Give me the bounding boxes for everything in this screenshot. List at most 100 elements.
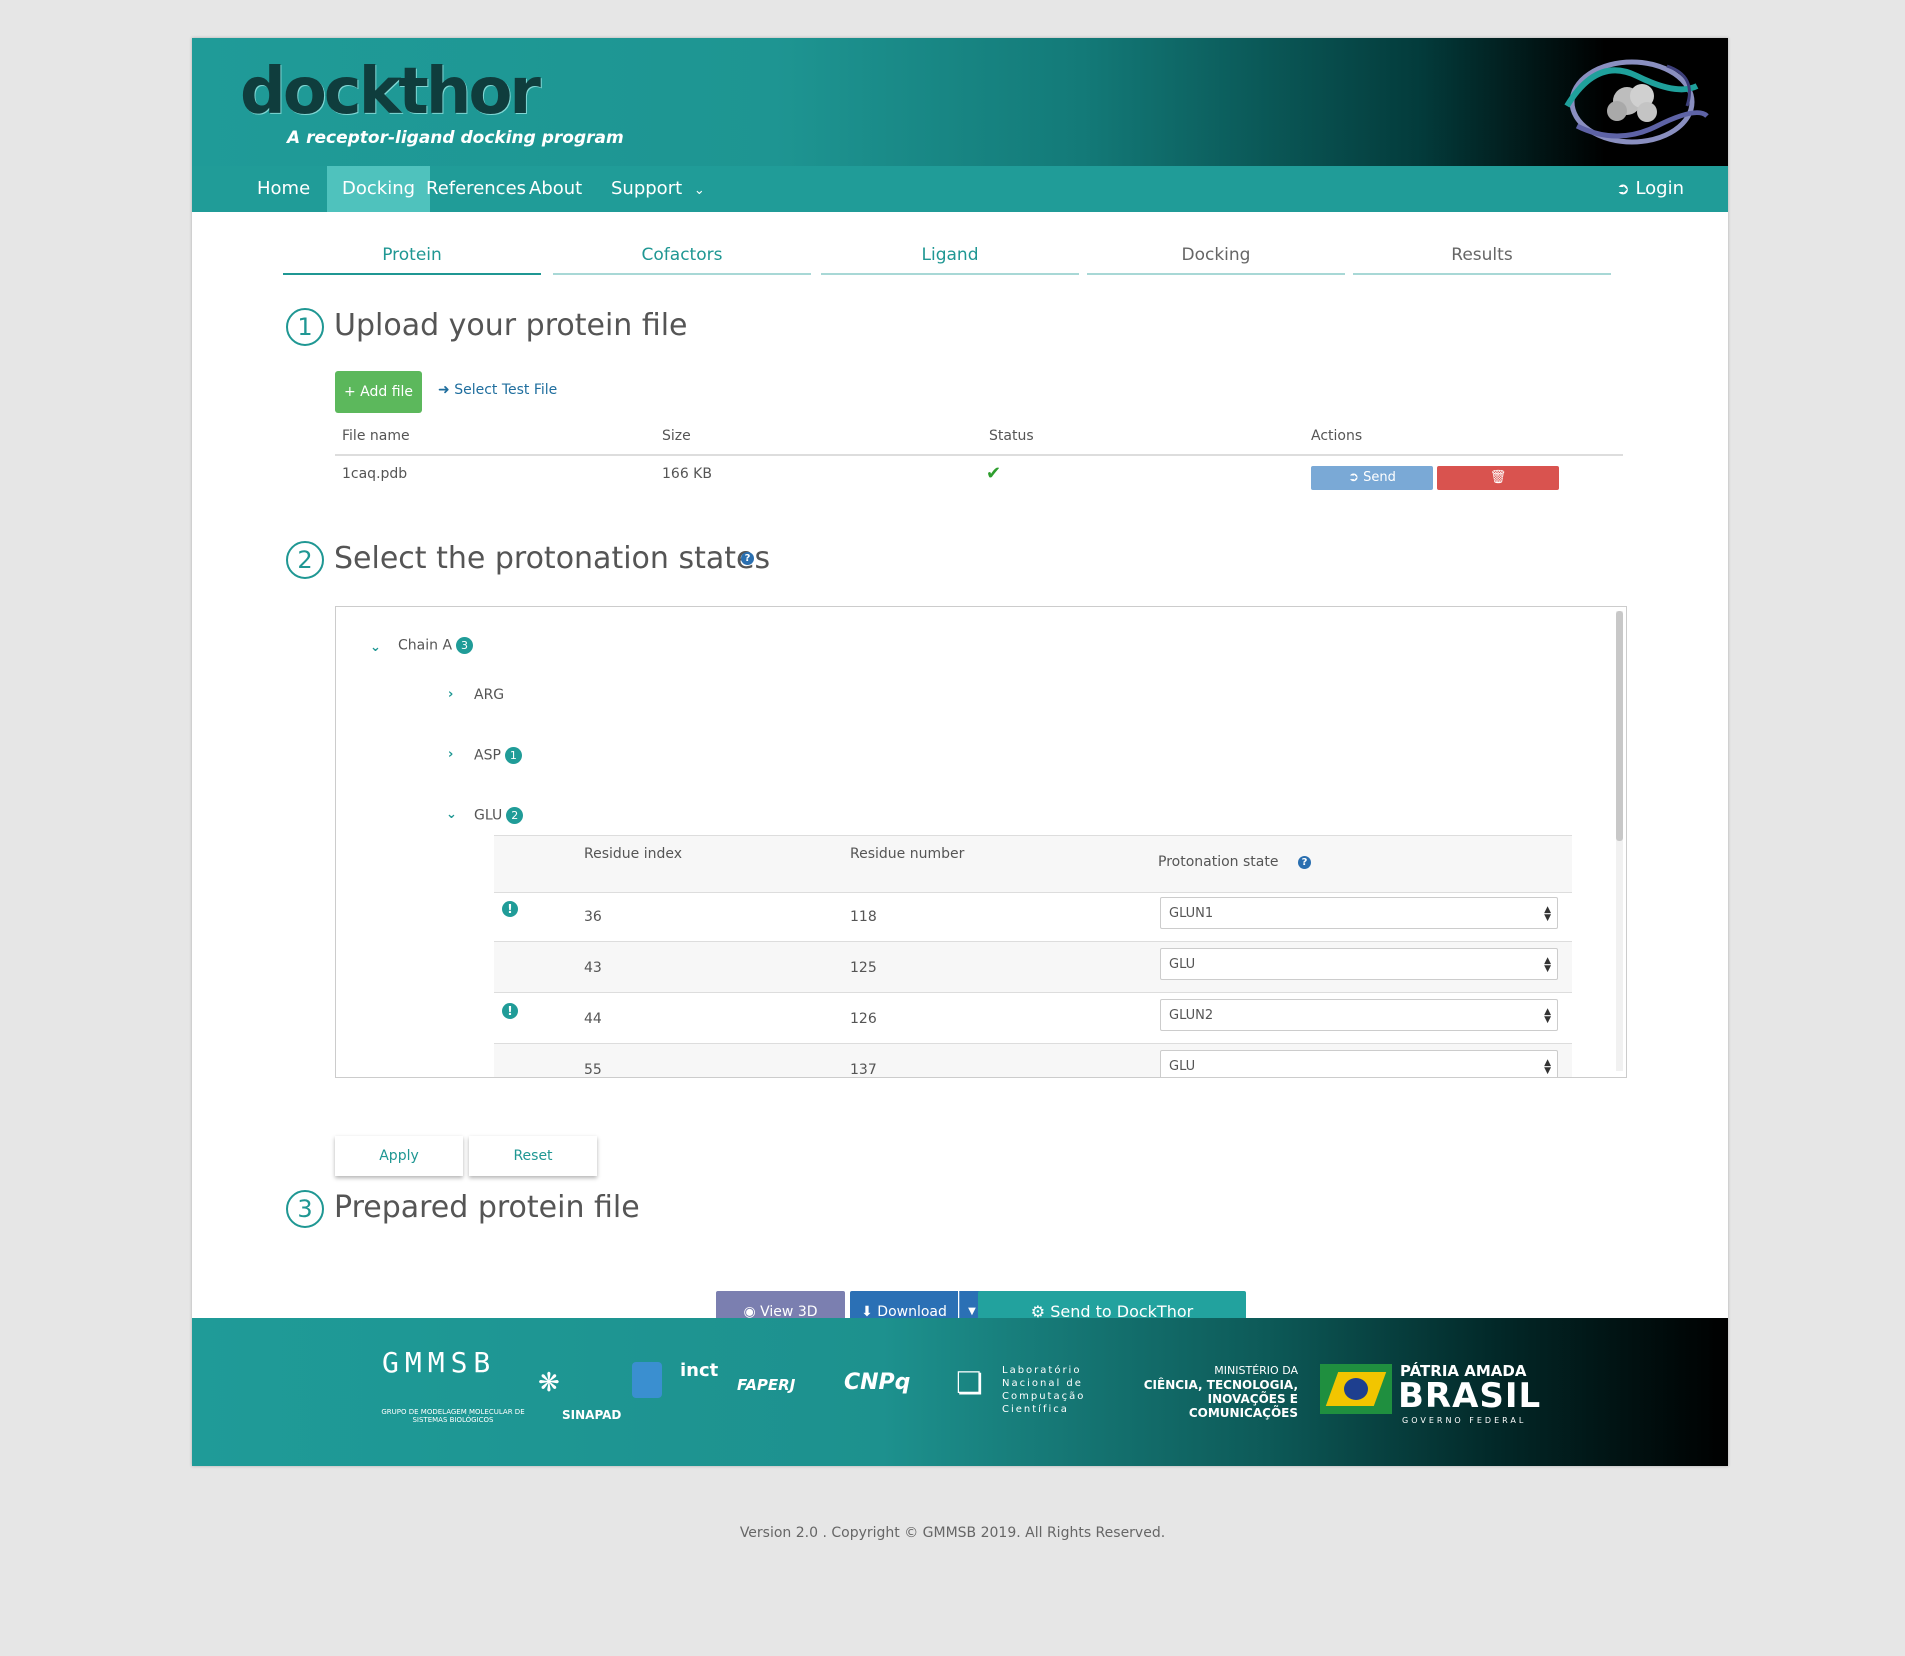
checkmark-icon: ✔: [986, 463, 1002, 484]
select-arrows-icon: ▲ ▼: [1544, 905, 1551, 923]
table-row: 55 137 GLU ▲ ▼: [494, 1044, 1572, 1078]
residue-label: ARG: [474, 687, 505, 703]
chevron-right-icon[interactable]: ›: [448, 747, 453, 762]
protein-structure-image: [1564, 59, 1709, 145]
select-test-file-link[interactable]: ➜ Select Test File: [438, 382, 557, 398]
send-file-button[interactable]: ➲ Send: [1311, 466, 1433, 490]
select-arrows-icon: ▲ ▼: [1544, 1058, 1551, 1076]
chevron-down-icon: ⌄: [693, 183, 705, 198]
add-file-button[interactable]: + Add file: [335, 371, 422, 413]
brand-subtitle: A receptor-ligand docking program: [287, 128, 624, 148]
help-icon[interactable]: ?: [741, 552, 754, 565]
login-link[interactable]: ➲ Login: [1616, 166, 1684, 212]
residue-number-cell: 118: [850, 909, 877, 925]
sinapad-logo[interactable]: SINAPAD: [562, 1408, 621, 1422]
chain-count-badge: 3: [456, 637, 474, 654]
nav-support-label: Support: [611, 178, 683, 199]
chevron-down-icon[interactable]: ⌄: [446, 807, 457, 822]
sinapad-logo-icon: ❋: [538, 1368, 560, 1398]
protonation-select-value: GLUN1: [1169, 906, 1214, 921]
lncc-logo[interactable]: Laboratório Nacional de Computação Cient…: [1002, 1364, 1088, 1416]
residue-number-cell: 126: [850, 1011, 877, 1027]
ministerio-logo[interactable]: CIÊNCIA, TECNOLOGIA, INOVAÇÕES E COMUNIC…: [1098, 1378, 1298, 1420]
warning-icon: !: [502, 1003, 518, 1019]
main-navbar: Home Docking References About Support ⌄ …: [192, 166, 1728, 212]
page-frame: dockthor A receptor-ligand docking progr…: [192, 38, 1728, 1466]
brazil-flag-icon: [1320, 1364, 1392, 1414]
residue-count-badge: 2: [506, 807, 524, 824]
tab-protein[interactable]: Protein: [283, 243, 541, 275]
lncc-cube-icon: ❏: [956, 1366, 983, 1401]
step-tabs: Protein Cofactors Ligand Docking Results: [283, 243, 1611, 275]
residue-label: GLU: [474, 807, 503, 824]
table-row: ! 36 118 GLUN1 ▲ ▼: [494, 891, 1572, 942]
file-size-cell: 166 KB: [662, 466, 712, 482]
ministerio-top: MINISTÉRIO DA: [1214, 1364, 1298, 1377]
tree-residue-glu[interactable]: GLU 2: [474, 807, 524, 824]
tab-cofactors[interactable]: Cofactors: [553, 243, 811, 275]
chevron-right-icon[interactable]: ›: [448, 687, 453, 702]
chain-label: Chain A: [398, 637, 453, 654]
chevron-down-icon[interactable]: ⌄: [370, 640, 381, 655]
help-icon[interactable]: ?: [1298, 856, 1311, 869]
residue-index-cell: 55: [584, 1062, 602, 1078]
step-3-number: 3: [286, 1190, 324, 1228]
col-status: Status: [989, 428, 1034, 444]
cnpq-logo[interactable]: CNPq: [844, 1370, 910, 1395]
select-test-file-label: Select Test File: [454, 382, 558, 398]
step-1-title: Upload your protein file: [334, 308, 688, 343]
brasil-logo[interactable]: BRASIL: [1398, 1376, 1541, 1416]
residue-number-cell: 125: [850, 960, 877, 976]
delete-file-button[interactable]: 🗑: [1437, 466, 1559, 490]
protonation-select[interactable]: GLU ▲ ▼: [1160, 1050, 1558, 1077]
warning-icon: !: [502, 901, 518, 917]
governo-federal: GOVERNO FEDERAL: [1402, 1416, 1527, 1425]
protonation-select[interactable]: GLUN2 ▲ ▼: [1160, 999, 1558, 1031]
protonation-select-value: GLUN2: [1169, 1008, 1214, 1023]
nav-home[interactable]: Home: [242, 166, 325, 212]
brand-logo[interactable]: dockthor: [240, 60, 541, 124]
protonation-select[interactable]: GLU ▲ ▼: [1160, 948, 1558, 980]
gmmsb-logo[interactable]: GMMSB: [382, 1346, 496, 1379]
file-name-cell: 1caq.pdb: [342, 466, 408, 482]
select-arrows-icon: ▲ ▼: [1544, 956, 1551, 974]
residue-index-cell: 43: [584, 960, 602, 976]
col-file-name: File name: [342, 428, 410, 444]
residue-index-cell: 36: [584, 909, 602, 925]
reset-button[interactable]: Reset: [469, 1136, 597, 1176]
header-protonation-state: Protonation state: [1158, 854, 1279, 870]
nav-about[interactable]: About: [514, 166, 597, 212]
scrollbar-thumb[interactable]: [1616, 611, 1623, 841]
tab-docking[interactable]: Docking: [1087, 243, 1345, 275]
tree-residue-arg[interactable]: ARG: [474, 687, 504, 703]
residue-table-header: Residue index Residue number Protonation…: [494, 835, 1572, 893]
faperj-logo[interactable]: FAPERJ: [737, 1376, 795, 1394]
residue-count-badge: 1: [504, 747, 522, 764]
send-label: Send: [1363, 470, 1396, 485]
inct-logo[interactable]: inct: [680, 1360, 718, 1381]
protonation-tree-panel: ⌄ Chain A3 › ARG › ASP 1 ⌄ GLU 2 Residue i…: [335, 606, 1627, 1078]
login-icon: ➲: [1616, 179, 1630, 198]
tree-chain-a[interactable]: Chain A3: [398, 637, 474, 654]
step-1-number: 1: [286, 308, 324, 346]
table-row: 43 125 GLU ▲ ▼: [494, 942, 1572, 993]
protonation-select[interactable]: GLUN1 ▲ ▼: [1160, 897, 1558, 929]
tree-residue-asp[interactable]: ASP 1: [474, 747, 522, 764]
step-3-title: Prepared protein file: [334, 1190, 640, 1225]
step-2-number: 2: [286, 541, 324, 579]
gmmsb-subtitle: GRUPO DE MODELAGEM MOLECULAR DE SISTEMAS…: [381, 1408, 525, 1424]
tab-ligand[interactable]: Ligand: [821, 243, 1079, 275]
select-arrows-icon: ▲ ▼: [1544, 1007, 1551, 1025]
col-size: Size: [662, 428, 691, 444]
apply-button[interactable]: Apply: [335, 1136, 463, 1176]
brazil-map-icon: [632, 1362, 662, 1398]
nav-support[interactable]: Support ⌄: [596, 166, 720, 212]
login-label: Login: [1635, 178, 1684, 199]
header-banner: dockthor A receptor-ligand docking progr…: [192, 38, 1728, 166]
tab-results[interactable]: Results: [1353, 243, 1611, 275]
table-row: ! 44 126 GLUN2 ▲ ▼: [494, 993, 1572, 1044]
table-divider: [335, 454, 1623, 456]
copyright-text: Version 2.0 . Copyright © GMMSB 2019. Al…: [739, 1525, 1166, 1541]
caret-down-icon: ▼: [968, 1306, 976, 1317]
residue-index-cell: 44: [584, 1011, 602, 1027]
